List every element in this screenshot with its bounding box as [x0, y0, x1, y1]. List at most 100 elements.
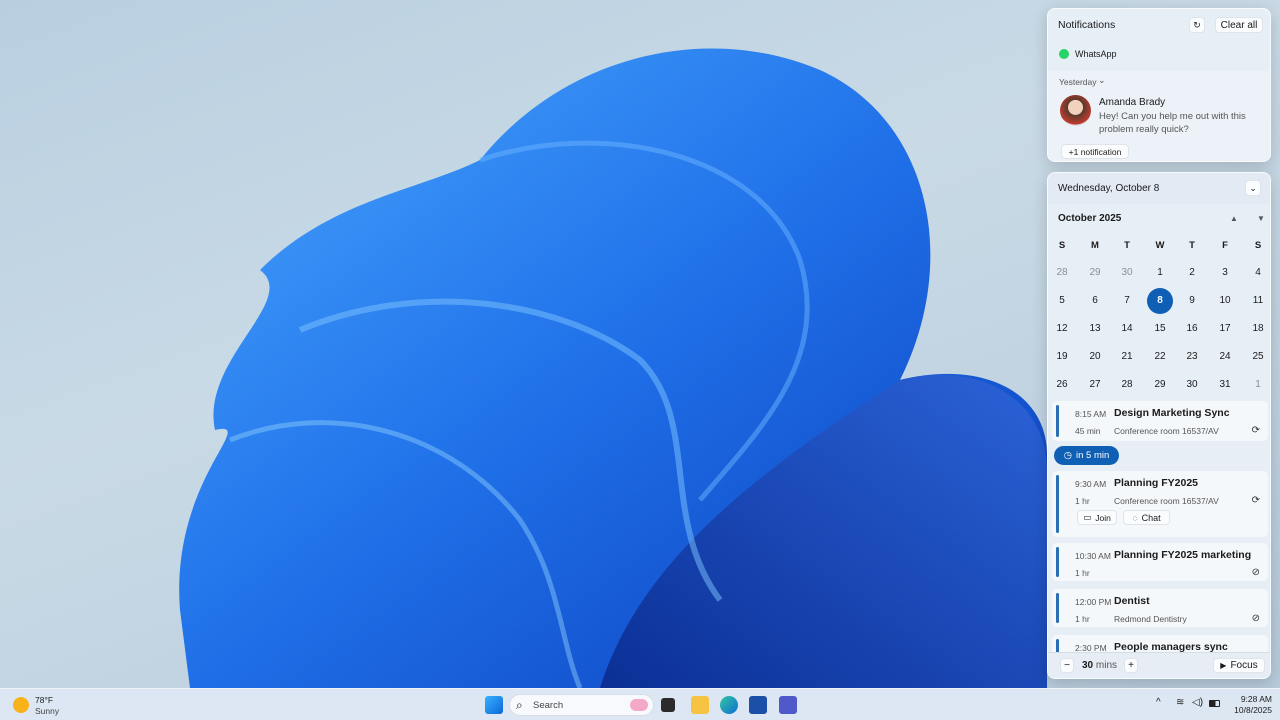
event-card[interactable]: 12:00 PM Dentist 1 hr Redmond Dentistry …	[1052, 589, 1268, 627]
wifi-icon[interactable]: ≋	[1176, 697, 1184, 708]
calendar-day[interactable]: 8	[1147, 288, 1173, 314]
video-icon: ▭	[1083, 512, 1092, 522]
calendar-day[interactable]: 28	[1114, 374, 1140, 396]
join-button[interactable]: ▭ Join	[1077, 510, 1117, 525]
increase-focus-button[interactable]: +	[1124, 658, 1138, 673]
previous-month-button[interactable]: ▲	[1230, 214, 1238, 223]
clock-time: 9:28 AM	[1240, 694, 1272, 704]
play-icon: ▶	[1220, 661, 1227, 670]
calendar-day[interactable]: 13	[1082, 318, 1108, 340]
weekday-label: S	[1058, 240, 1066, 251]
event-duration: 45 min	[1075, 426, 1101, 436]
calendar-day[interactable]: 29	[1082, 262, 1108, 284]
clock-date: 10/8/2025	[1234, 705, 1272, 715]
calendar-day[interactable]: 1	[1245, 374, 1270, 396]
battery-icon[interactable]	[1209, 700, 1220, 707]
calendar-day[interactable]: 14	[1114, 318, 1140, 340]
event-time: 12:00 PM	[1075, 597, 1112, 607]
calendar-day[interactable]: 23	[1179, 346, 1205, 368]
focus-label: Focus	[1230, 660, 1258, 671]
month-label: October 2025	[1058, 213, 1122, 224]
sun-icon[interactable]	[13, 697, 29, 713]
search-box[interactable]: ⌕ Search	[509, 694, 654, 716]
weekday-label: T	[1189, 240, 1195, 251]
recurring-icon: ⟳	[1251, 495, 1260, 506]
event-location: Redmond Dentistry	[1114, 614, 1187, 624]
search-placeholder: Search	[533, 700, 564, 711]
search-highlight-icon	[630, 699, 648, 711]
search-icon: ⌕	[516, 698, 523, 712]
clock[interactable]: 9:28 AM 10/8/2025	[1228, 694, 1272, 716]
volume-icon[interactable]: ◁)	[1192, 697, 1203, 708]
calendar-day[interactable]: 1	[1147, 262, 1173, 284]
event-duration: 1 hr	[1075, 568, 1090, 578]
start-button[interactable]	[485, 696, 503, 714]
weekday-label: W	[1155, 240, 1165, 251]
date-header: Wednesday, October 8	[1058, 183, 1160, 194]
event-duration: 1 hr	[1075, 496, 1090, 506]
calendar-day[interactable]: 11	[1245, 290, 1270, 312]
sender-name: Amanda Brady	[1099, 97, 1166, 108]
calendar-day[interactable]: 18	[1245, 318, 1270, 340]
focus-bar: − 30 mins + ▶ Focus	[1048, 652, 1270, 678]
calendar-day[interactable]: 19	[1049, 346, 1075, 368]
event-time: 10:30 AM	[1075, 551, 1111, 561]
event-time: 9:30 AM	[1075, 479, 1107, 489]
calendar-day[interactable]: 28	[1049, 262, 1075, 284]
teams-icon[interactable]	[779, 696, 797, 714]
store-icon[interactable]	[749, 696, 767, 714]
clear-all-button[interactable]: Clear all	[1215, 17, 1263, 33]
weather-condition[interactable]: Sunny	[35, 706, 59, 716]
group-label: Yesterday	[1059, 77, 1097, 87]
calendar-day[interactable]: 30	[1179, 374, 1205, 396]
calendar-day[interactable]: 15	[1147, 318, 1173, 340]
show-hidden-icons-button[interactable]: ^	[1156, 697, 1161, 708]
snooze-icon: ↻	[1193, 19, 1201, 30]
file-explorer-icon[interactable]	[691, 696, 709, 714]
calendar-day[interactable]: 21	[1114, 346, 1140, 368]
clock-icon: ◷	[1063, 450, 1073, 461]
calendar-day[interactable]: 31	[1212, 374, 1238, 396]
join-label: Join	[1095, 512, 1111, 523]
chevron-down-icon[interactable]: ⌄	[1098, 75, 1106, 86]
decrease-focus-button[interactable]: −	[1060, 658, 1074, 673]
event-card[interactable]: 8:15 AM Design Marketing Sync 45 min Con…	[1052, 401, 1268, 441]
event-card[interactable]: 9:30 AM Planning FY2025 1 hr Conference …	[1052, 471, 1268, 537]
calendar-day[interactable]: 25	[1245, 346, 1270, 368]
event-title: Planning FY2025 marketing	[1114, 549, 1252, 561]
whatsapp-icon	[1059, 49, 1069, 59]
calendar-day[interactable]: 2	[1179, 262, 1205, 284]
calendar-day[interactable]: 12	[1049, 318, 1075, 340]
calendar-day[interactable]: 3	[1212, 262, 1238, 284]
calendar-day[interactable]: 30	[1114, 262, 1140, 284]
avatar	[1060, 95, 1091, 126]
focus-button[interactable]: ▶ Focus	[1213, 658, 1265, 673]
calendar-day[interactable]: 10	[1212, 290, 1238, 312]
calendar-day[interactable]: 29	[1147, 374, 1173, 396]
do-not-disturb-button[interactable]: ↻	[1189, 17, 1205, 33]
collapse-calendar-button[interactable]: ⌄	[1245, 180, 1261, 196]
event-title: Planning FY2025	[1114, 477, 1199, 489]
edge-icon[interactable]	[720, 696, 738, 714]
weather-temp[interactable]: 78°F	[35, 695, 53, 705]
calendar-day[interactable]: 7	[1114, 290, 1140, 312]
more-notifications-button[interactable]: +1 notification	[1061, 144, 1129, 159]
calendar-day[interactable]: 16	[1179, 318, 1205, 340]
calendar-day[interactable]: 9	[1179, 290, 1205, 312]
calendar-day[interactable]: 6	[1082, 290, 1108, 312]
calendar-day[interactable]: 24	[1212, 346, 1238, 368]
event-card[interactable]: 10:30 AM Planning FY2025 marketing 1 hr …	[1052, 543, 1268, 581]
chat-button[interactable]: ◌ Chat	[1123, 510, 1170, 525]
calendar-day[interactable]: 26	[1049, 374, 1075, 396]
calendar-day[interactable]: 27	[1082, 374, 1108, 396]
notification-card[interactable]: Yesterday ⌄ Amanda Brady Hey! Can you he…	[1048, 71, 1270, 161]
event-time: 8:15 AM	[1075, 409, 1107, 419]
calendar-day[interactable]: 4	[1245, 262, 1270, 284]
message-text: Hey! Can you help me out with this probl…	[1099, 111, 1246, 135]
calendar-day[interactable]: 22	[1147, 346, 1173, 368]
calendar-day[interactable]: 5	[1049, 290, 1075, 312]
next-month-button[interactable]: ▼	[1257, 214, 1265, 223]
calendar-day[interactable]: 20	[1082, 346, 1108, 368]
calendar-day[interactable]: 17	[1212, 318, 1238, 340]
task-view-icon[interactable]	[661, 698, 675, 712]
